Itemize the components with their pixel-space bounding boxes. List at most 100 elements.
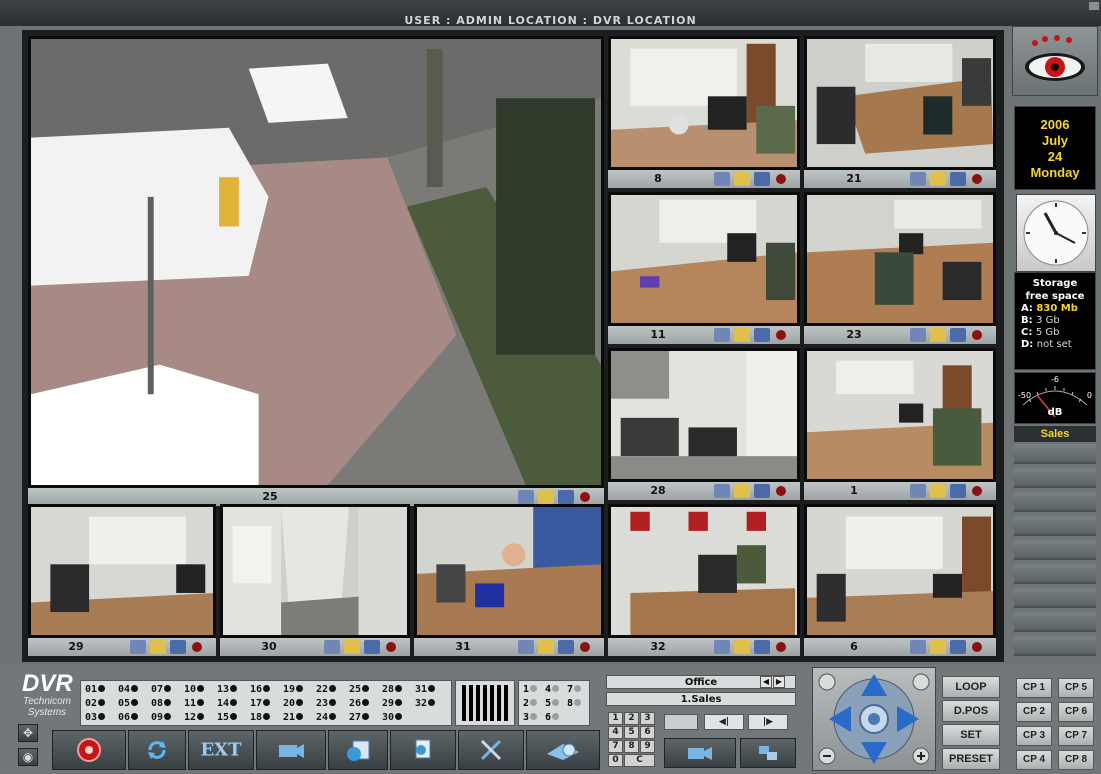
key-0[interactable]: 0 [608,754,623,767]
schedule-button[interactable] [328,730,388,770]
zoom-icon[interactable] [130,640,146,654]
camera-select-19[interactable]: 19 [283,683,304,696]
group-slot[interactable] [1014,588,1096,608]
camera-select-15[interactable]: 15 [217,711,238,724]
key-clear[interactable]: C [624,754,655,767]
record-icon[interactable] [386,642,396,652]
camera-view-button[interactable] [664,738,736,768]
camera-select-31[interactable]: 31 [415,683,436,696]
network-button[interactable] [526,730,600,770]
key-4[interactable]: 4 [608,726,623,739]
record-icon[interactable] [580,492,590,502]
camera-select-01[interactable]: 01 [85,683,106,696]
camera-select-02[interactable]: 02 [85,697,106,710]
zoom-icon[interactable] [910,328,926,342]
group-slot[interactable] [1014,612,1096,632]
cp-button[interactable]: CP 5 [1058,678,1094,698]
audio-channel-3[interactable]: 3 [523,711,538,724]
move-icon[interactable]: ✥ [18,724,38,742]
key-5[interactable]: 5 [624,726,639,739]
camera-select-03[interactable]: 03 [85,711,106,724]
folder-icon[interactable] [538,640,554,654]
camera-view[interactable] [608,36,800,170]
cp-button[interactable]: CP 2 [1016,702,1052,722]
step-forward-button[interactable]: |▶ [748,714,788,730]
camera-select-28[interactable]: 28 [382,683,403,696]
set-button[interactable]: SET [942,724,1000,746]
zoom-icon[interactable] [910,172,926,186]
camera-view[interactable] [608,348,800,482]
snapshot-icon[interactable] [754,328,770,342]
camera-tile[interactable]: 31 [414,504,604,656]
folder-icon[interactable] [734,328,750,342]
snapshot-icon[interactable] [950,640,966,654]
folder-icon[interactable] [930,640,946,654]
group-slot[interactable] [1014,444,1096,464]
audio-channel-7[interactable]: 7 [567,683,582,696]
snapshot-icon[interactable] [558,490,574,504]
snapshot-icon[interactable] [950,328,966,342]
refresh-button[interactable] [128,730,186,770]
cp-button[interactable]: CP 7 [1058,726,1094,746]
snapshot-icon[interactable] [754,640,770,654]
record-icon[interactable] [776,330,786,340]
audio-channel-5[interactable]: 5 [545,697,560,710]
group-field[interactable]: 1.Sales [606,692,796,706]
camera-view[interactable] [804,348,996,482]
camera-view[interactable] [28,504,216,638]
record-icon[interactable] [580,642,590,652]
prev-location-button[interactable]: ◀ [760,676,772,688]
camera-tile[interactable]: 23 [804,192,996,344]
camera-tile[interactable]: 29 [28,504,216,656]
camera-tile[interactable]: 11 [608,192,800,344]
audio-channel-4[interactable]: 4 [545,683,560,696]
folder-icon[interactable] [734,484,750,498]
zoom-icon[interactable] [518,640,534,654]
snapshot-icon[interactable] [558,640,574,654]
camera-select-06[interactable]: 06 [118,711,139,724]
zoom-icon[interactable] [324,640,340,654]
camera-select-18[interactable]: 18 [250,711,271,724]
sequence-button[interactable] [740,738,796,768]
group-slot[interactable] [1014,636,1096,656]
camera-settings-button[interactable] [256,730,326,770]
camera-tile[interactable]: 32 [608,504,800,656]
eye-logo-button[interactable] [1012,26,1098,96]
record-icon[interactable] [776,642,786,652]
camera-tile-main[interactable]: 25 [28,36,604,506]
channel-input[interactable] [664,714,698,730]
camera-select-29[interactable]: 29 [382,697,403,710]
next-location-button[interactable]: ▶ [773,676,785,688]
key-6[interactable]: 6 [640,726,655,739]
zoom-icon[interactable] [714,640,730,654]
dpos-button[interactable]: D.POS [942,700,1000,722]
folder-icon[interactable] [150,640,166,654]
camera-select-30[interactable]: 30 [382,711,403,724]
camera-view[interactable] [414,504,604,638]
snapshot-icon[interactable] [364,640,380,654]
record-icon[interactable] [776,174,786,184]
cp-button[interactable]: CP 1 [1016,678,1052,698]
record-icon[interactable] [776,486,786,496]
record-icon[interactable] [972,174,982,184]
camera-select-25[interactable]: 25 [349,683,370,696]
camera-view[interactable] [804,504,996,638]
camera-view-main[interactable] [28,36,604,488]
search-files-button[interactable] [390,730,456,770]
camera-select-20[interactable]: 20 [283,697,304,710]
camera-view[interactable] [608,504,800,638]
camera-tile[interactable]: 30 [220,504,410,656]
zoom-icon[interactable] [714,172,730,186]
camera-select-05[interactable]: 05 [118,697,139,710]
camera-select-10[interactable]: 10 [184,683,205,696]
snapshot-icon[interactable] [754,172,770,186]
camera-view[interactable] [804,36,996,170]
folder-icon[interactable] [734,640,750,654]
camera-select-23[interactable]: 23 [316,697,337,710]
camera-select-13[interactable]: 13 [217,683,238,696]
key-2[interactable]: 2 [624,712,639,725]
camera-select-11[interactable]: 11 [184,697,205,710]
camera-tile[interactable]: 21 [804,36,996,188]
camera-select-32[interactable]: 32 [415,697,436,710]
preset-button[interactable]: PRESET [942,748,1000,770]
